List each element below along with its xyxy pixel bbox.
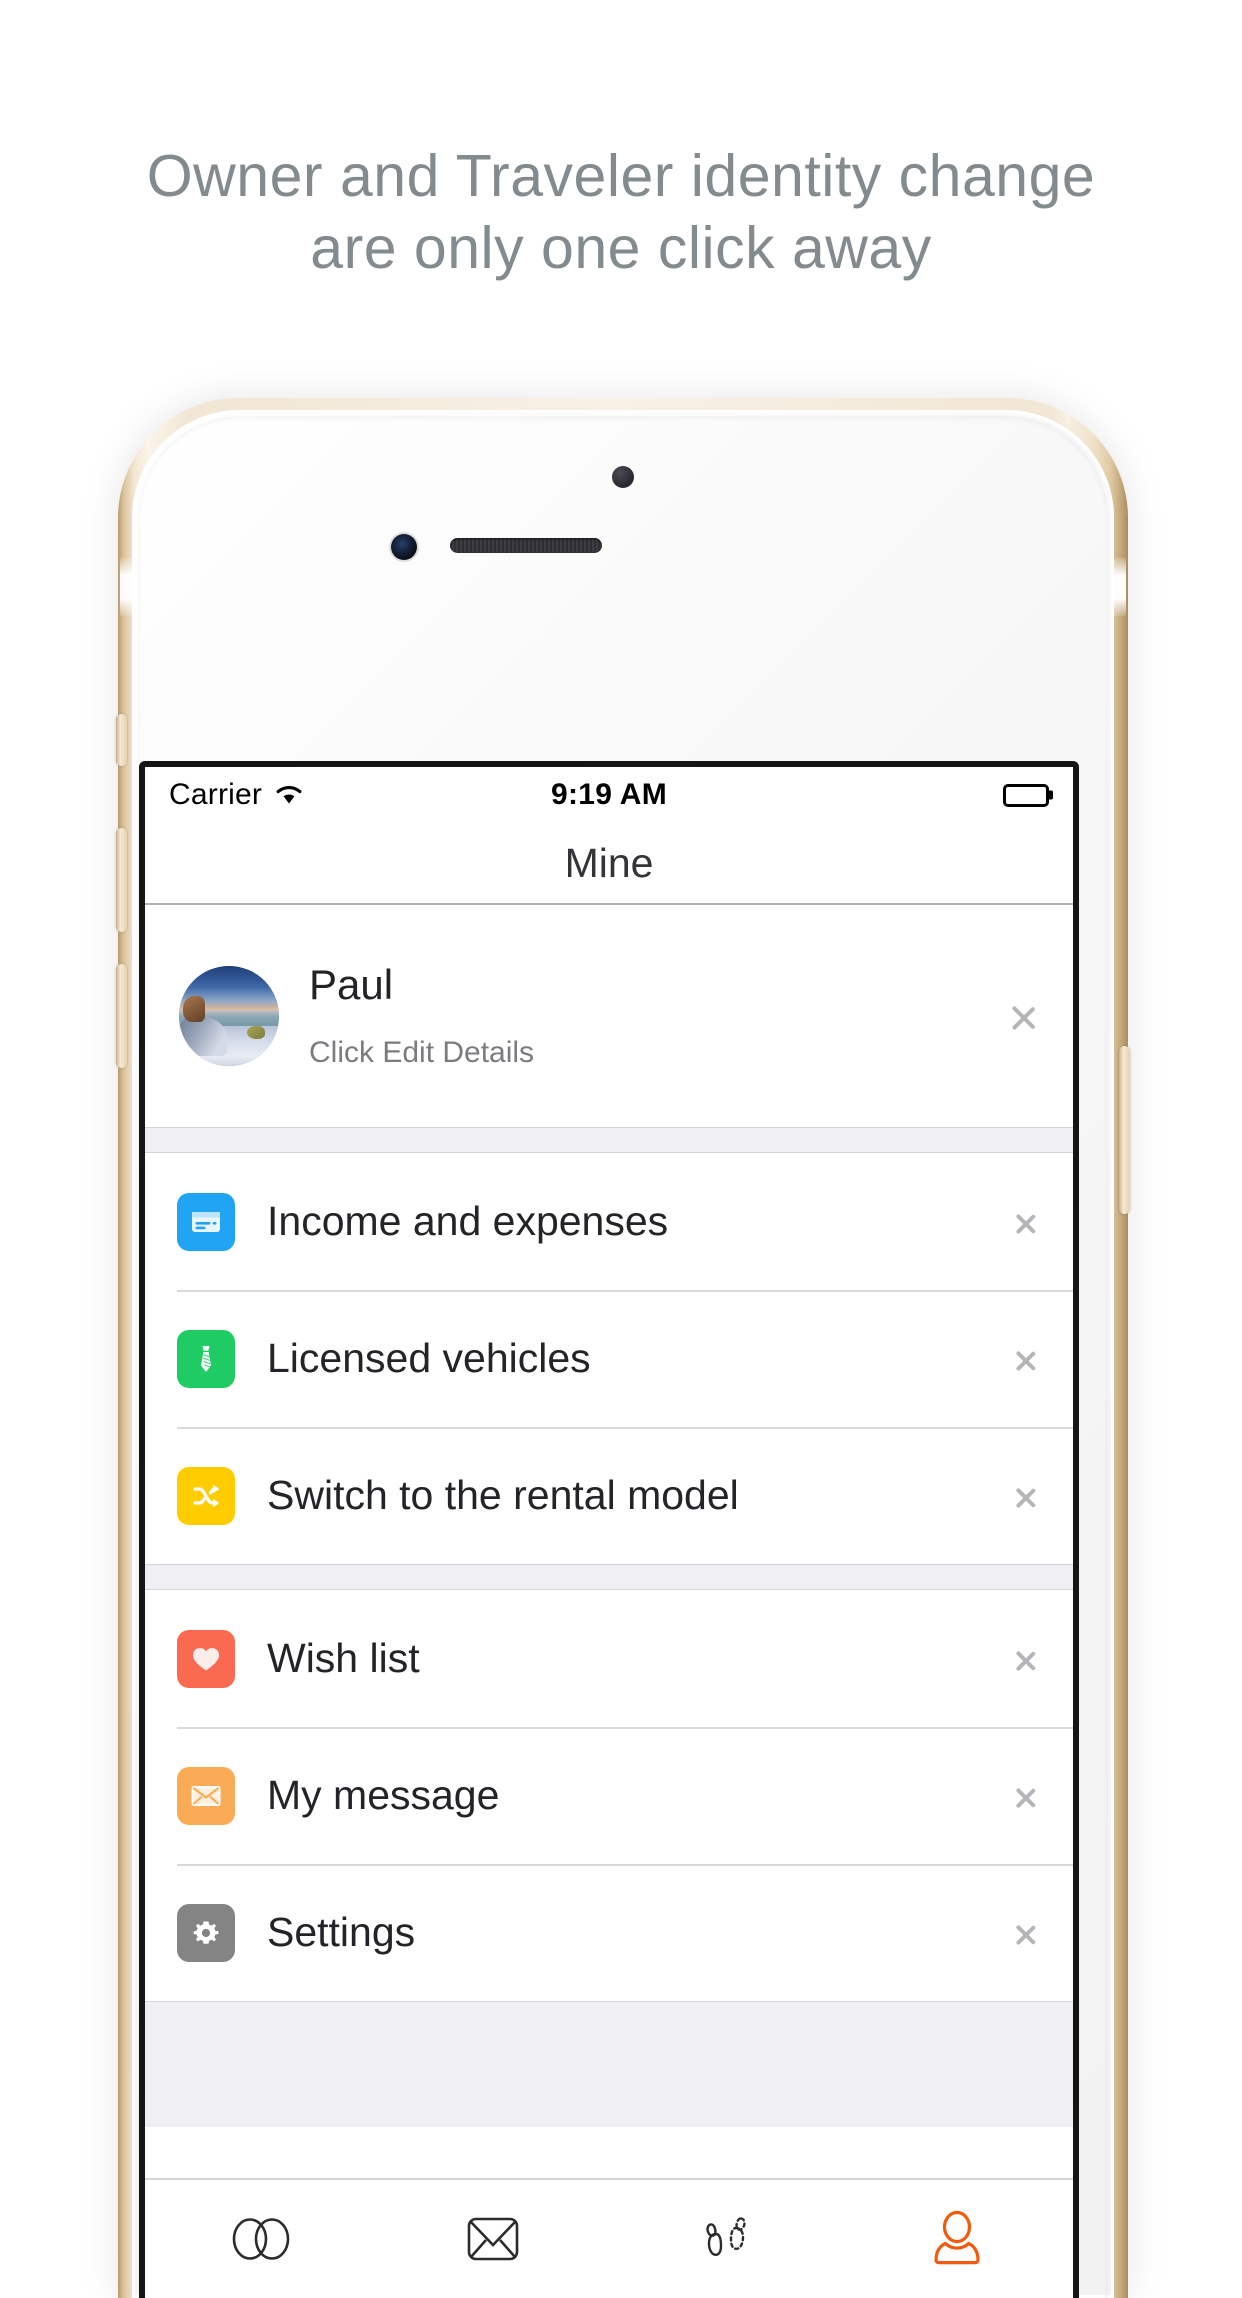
status-bar: Carrier 9:19 AM (145, 767, 1073, 823)
menu-item-settings[interactable]: Settings (145, 1864, 1073, 2001)
volume-down-button[interactable] (116, 964, 127, 1068)
tab-double-circle[interactable] (145, 2180, 377, 2298)
chevron-right-icon (1015, 1639, 1037, 1679)
chevron-right-icon (1015, 1776, 1037, 1816)
profile-subtitle: Click Edit Details (309, 1036, 535, 1070)
front-camera-icon (391, 534, 417, 560)
status-bar-right (1003, 783, 1049, 807)
footprints-icon (690, 2208, 760, 2270)
page-title: Mine (564, 839, 654, 886)
mute-switch[interactable] (116, 714, 127, 766)
scroll-content: Paul Click Edit Details Income and expen… (145, 905, 1073, 2127)
menu-group-2: Wish list My message Settings (145, 1590, 1073, 2001)
profile-row[interactable]: Paul Click Edit Details (145, 905, 1073, 1127)
proximity-sensor-icon (612, 466, 634, 488)
section-gap-1 (145, 1127, 1073, 1153)
power-button[interactable] (1119, 1046, 1130, 1214)
headline-line-1: Owner and Traveler identity change (146, 143, 1096, 209)
chevron-right-icon (1015, 1339, 1037, 1379)
shuffle-icon (177, 1466, 235, 1525)
menu-item-label: My message (267, 1772, 500, 1818)
menu-group-1: Income and expenses Licensed vehicles Sw… (145, 1153, 1073, 1564)
chevron-right-icon (1015, 1202, 1037, 1242)
chevron-right-icon (1015, 1913, 1037, 1953)
menu-item-label: Settings (267, 1909, 416, 1955)
chevron-right-icon (1011, 992, 1037, 1040)
status-bar-time: 9:19 AM (550, 778, 668, 811)
menu-item-wish-list[interactable]: Wish list (145, 1590, 1073, 1727)
envelope-outline-icon (461, 2209, 525, 2269)
iphone-gold-device: Carrier 9:19 AM Mine Paul Click Edit Det… (116, 398, 1130, 2298)
menu-item-income-and-expenses[interactable]: Income and expenses (145, 1153, 1073, 1290)
profile-texts: Paul Click Edit Details (309, 960, 1011, 1070)
tab-profile[interactable] (841, 2180, 1073, 2298)
user-avatar-photo (179, 966, 279, 1066)
credit-card-icon (177, 1192, 235, 1251)
envelope-icon (177, 1766, 235, 1825)
menu-item-licensed-vehicles[interactable]: Licensed vehicles (145, 1290, 1073, 1427)
heart-icon (177, 1629, 235, 1688)
menu-item-label: Licensed vehicles (267, 1335, 591, 1381)
person-icon (924, 2208, 990, 2270)
tab-messages[interactable] (377, 2180, 609, 2298)
chevron-right-icon (1015, 1476, 1037, 1516)
tab-footprints[interactable] (609, 2180, 841, 2298)
screen-bezel: Carrier 9:19 AM Mine Paul Click Edit Det… (139, 761, 1079, 2298)
app-screen: Carrier 9:19 AM Mine Paul Click Edit Det… (145, 767, 1073, 2298)
section-gap-2 (145, 1564, 1073, 1590)
earpiece-speaker (450, 538, 602, 553)
menu-item-label: Switch to the rental model (267, 1472, 739, 1518)
menu-item-label: Wish list (267, 1635, 420, 1681)
double-circle-icon (222, 2211, 300, 2267)
headline-line-2: are only one click away (310, 215, 932, 281)
menu-item-switch-to-the-rental-model[interactable]: Switch to the rental model (145, 1427, 1073, 1564)
profile-group: Paul Click Edit Details (145, 905, 1073, 1127)
necktie-icon (177, 1329, 235, 1388)
menu-item-my-message[interactable]: My message (145, 1727, 1073, 1864)
nav-bar: Mine (145, 823, 1073, 905)
volume-up-button[interactable] (116, 828, 127, 932)
content-filler (145, 2001, 1073, 2127)
battery-full-icon (1003, 783, 1049, 807)
profile-name: Paul (309, 960, 394, 1008)
page-headline: Owner and Traveler identity change are o… (0, 140, 1242, 284)
tab-bar (145, 2178, 1073, 2298)
gear-icon (177, 1903, 235, 1962)
menu-item-label: Income and expenses (267, 1198, 669, 1244)
